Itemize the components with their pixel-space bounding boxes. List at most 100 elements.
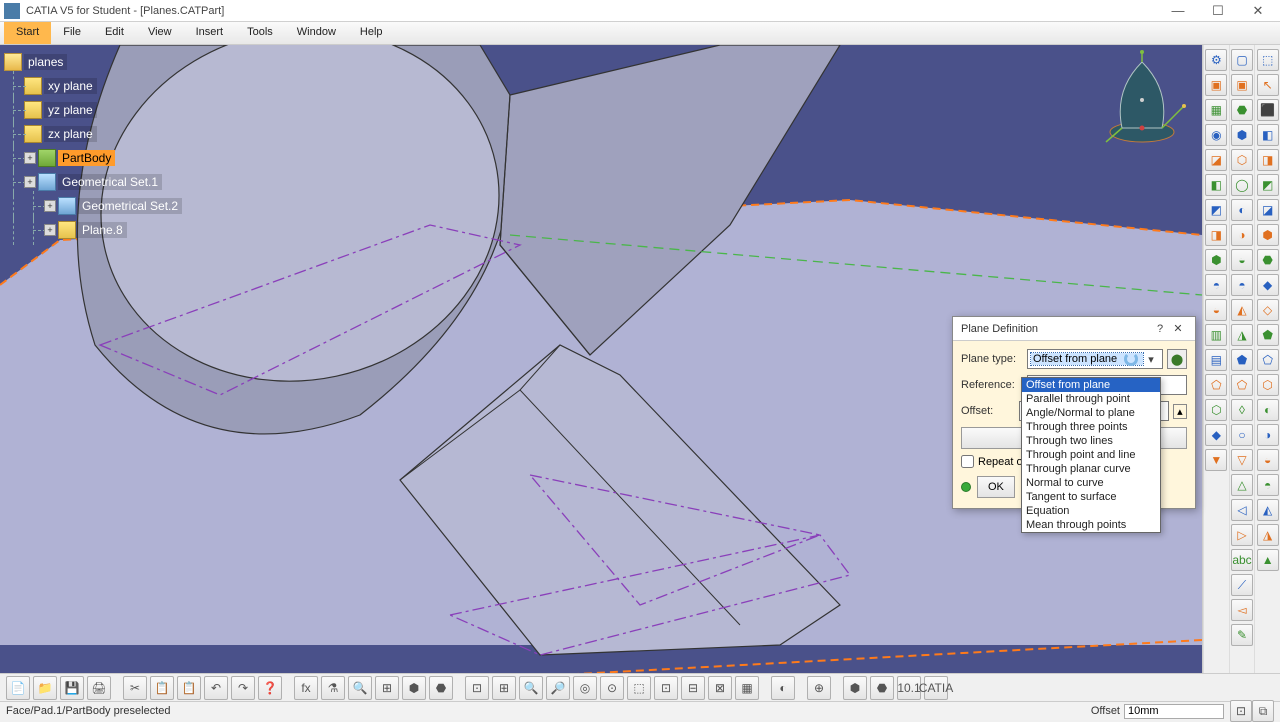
toolbar-button[interactable]: ◮ [1231, 324, 1253, 346]
tree-item-label[interactable]: PartBody [58, 150, 115, 166]
status-offset-input[interactable] [1124, 704, 1224, 719]
toolbar-button[interactable]: ⬣ [1231, 99, 1253, 121]
toolbar-button[interactable]: ▣ [1205, 74, 1227, 96]
toolbar-button[interactable]: ◇ [1257, 299, 1279, 321]
toolbar-button[interactable]: ◨ [1257, 149, 1279, 171]
toolbar-button[interactable]: fx [294, 676, 318, 700]
toolbar-button[interactable]: ⟋ [1231, 574, 1253, 596]
tree-item-label[interactable]: Geometrical Set.2 [78, 198, 182, 214]
toolbar-button[interactable]: ◆ [1257, 274, 1279, 296]
toolbar-button[interactable]: ↖ [1257, 74, 1279, 96]
toolbar-button[interactable]: ▼ [1205, 449, 1227, 471]
specification-tree[interactable]: planes xy plane yz plane zx plane + PartBody… [4, 50, 182, 242]
toolbar-button[interactable]: ⬛ [1257, 99, 1279, 121]
tree-item-label[interactable]: zx plane [44, 126, 97, 142]
toolbar-button[interactable]: ⬢ [1231, 124, 1253, 146]
toolbar-button[interactable]: ◐ [1231, 199, 1253, 221]
toolbar-button[interactable]: △ [1231, 474, 1253, 496]
toolbar-button[interactable]: ⬣ [429, 676, 453, 700]
tree-item[interactable]: yz plane [4, 98, 182, 122]
toolbar-button[interactable]: ◐ [771, 676, 795, 700]
dropdown-option[interactable]: Through point and line [1022, 448, 1160, 462]
toolbar-button[interactable]: ❓ [258, 676, 282, 700]
dialog-close-button[interactable]: ✕ [1169, 322, 1187, 335]
toolbar-button[interactable]: 📄 [6, 676, 30, 700]
compass[interactable] [1092, 50, 1192, 150]
toolbar-button[interactable]: ◭ [1257, 499, 1279, 521]
toolbar-button[interactable]: ⬠ [1231, 374, 1253, 396]
toolbar-button[interactable]: ⊡ [465, 676, 489, 700]
toolbar-button[interactable]: ⬢ [402, 676, 426, 700]
toolbar-button[interactable]: 🔍 [348, 676, 372, 700]
expand-icon[interactable]: + [24, 176, 36, 188]
toolbar-button[interactable]: ▣ [1231, 74, 1253, 96]
menu-view[interactable]: View [136, 22, 184, 44]
plane-type-dropdown[interactable]: Offset from planeParallel through pointA… [1021, 377, 1161, 533]
toolbar-button[interactable]: ⊡ [654, 676, 678, 700]
menu-tools[interactable]: Tools [235, 22, 285, 44]
tree-item[interactable]: +Geometrical Set.2 [4, 194, 182, 218]
toolbar-button[interactable]: ⚗ [321, 676, 345, 700]
toolbar-button[interactable]: ◒ [1257, 449, 1279, 471]
tree-item[interactable]: + PartBody [4, 146, 182, 170]
tree-root-label[interactable]: planes [24, 54, 67, 70]
toolbar-button[interactable]: ▽ [1231, 449, 1253, 471]
tree-item[interactable]: xy plane [4, 74, 182, 98]
toolbar-button[interactable]: ⬣ [1257, 249, 1279, 271]
tree-item[interactable]: zx plane [4, 122, 182, 146]
toolbar-button[interactable]: ◩ [1205, 199, 1227, 221]
toolbar-button[interactable]: ◧ [1205, 174, 1227, 196]
tree-item-label[interactable]: xy plane [44, 78, 97, 94]
toolbar-button[interactable]: ✂ [123, 676, 147, 700]
toolbar-button[interactable]: ◒ [1231, 249, 1253, 271]
toolbar-button[interactable]: ⊠ [708, 676, 732, 700]
dialog-help-button[interactable]: ? [1151, 323, 1169, 335]
plane-type-combo[interactable]: Offset from plane ▾ [1027, 349, 1163, 369]
toolbar-button[interactable]: ◮ [1257, 524, 1279, 546]
toolbar-button[interactable]: ⊙ [600, 676, 624, 700]
maximize-button[interactable]: ☐ [1204, 3, 1232, 19]
dropdown-option[interactable]: Tangent to surface [1022, 490, 1160, 504]
menu-file[interactable]: File [51, 22, 93, 44]
toolbar-button[interactable]: ◐ [1257, 399, 1279, 421]
dropdown-option[interactable]: Equation [1022, 504, 1160, 518]
tree-item[interactable]: +Plane.8 [4, 218, 182, 242]
toolbar-button[interactable]: ⬚ [1257, 49, 1279, 71]
menu-start[interactable]: Start [4, 22, 51, 44]
toolbar-button[interactable]: ⊞ [492, 676, 516, 700]
menu-window[interactable]: Window [285, 22, 348, 44]
menu-help[interactable]: Help [348, 22, 395, 44]
toolbar-button[interactable]: ⬚ [627, 676, 651, 700]
dropdown-option[interactable]: Offset from plane [1022, 378, 1160, 392]
dropdown-option[interactable]: Parallel through point [1022, 392, 1160, 406]
toolbar-button[interactable]: ◧ [1257, 124, 1279, 146]
tree-item-label[interactable]: Geometrical Set.1 [58, 174, 162, 190]
toolbar-button[interactable]: ◒ [1205, 299, 1227, 321]
toolbar-button[interactable]: ⬢ [843, 676, 867, 700]
toolbar-button[interactable]: ◅ [1231, 599, 1253, 621]
tree-root[interactable]: planes [4, 50, 182, 74]
toolbar-button[interactable]: ◉ [1205, 124, 1227, 146]
minimize-button[interactable]: — [1164, 3, 1192, 19]
toolbar-button[interactable]: 📁 [33, 676, 57, 700]
menu-insert[interactable]: Insert [184, 22, 236, 44]
menu-edit[interactable]: Edit [93, 22, 136, 44]
expand-icon[interactable]: + [24, 152, 36, 164]
toolbar-button[interactable]: 🖨 [87, 676, 111, 700]
tree-item-label[interactable]: yz plane [44, 102, 97, 118]
toolbar-button[interactable]: ▦ [735, 676, 759, 700]
dropdown-option[interactable]: Through two lines [1022, 434, 1160, 448]
offset-spinner[interactable]: ▴ [1173, 404, 1187, 419]
tree-item-label[interactable]: Plane.8 [78, 222, 127, 238]
toolbar-button[interactable]: ◩ [1257, 174, 1279, 196]
toolbar-button[interactable]: ⬟ [1231, 349, 1253, 371]
toolbar-button[interactable]: ▲ [1257, 549, 1279, 571]
toolbar-button[interactable]: ✎ [1231, 624, 1253, 646]
toolbar-button[interactable]: ↶ [204, 676, 228, 700]
tree-item[interactable]: + Geometrical Set.1 [4, 170, 182, 194]
toolbar-button[interactable]: ◓ [1231, 274, 1253, 296]
toolbar-button[interactable]: ⬣ [870, 676, 894, 700]
toolbar-button[interactable]: ◯ [1231, 174, 1253, 196]
toolbar-button[interactable]: ⬡ [1231, 149, 1253, 171]
toolbar-button[interactable]: 10.1 [897, 676, 921, 700]
